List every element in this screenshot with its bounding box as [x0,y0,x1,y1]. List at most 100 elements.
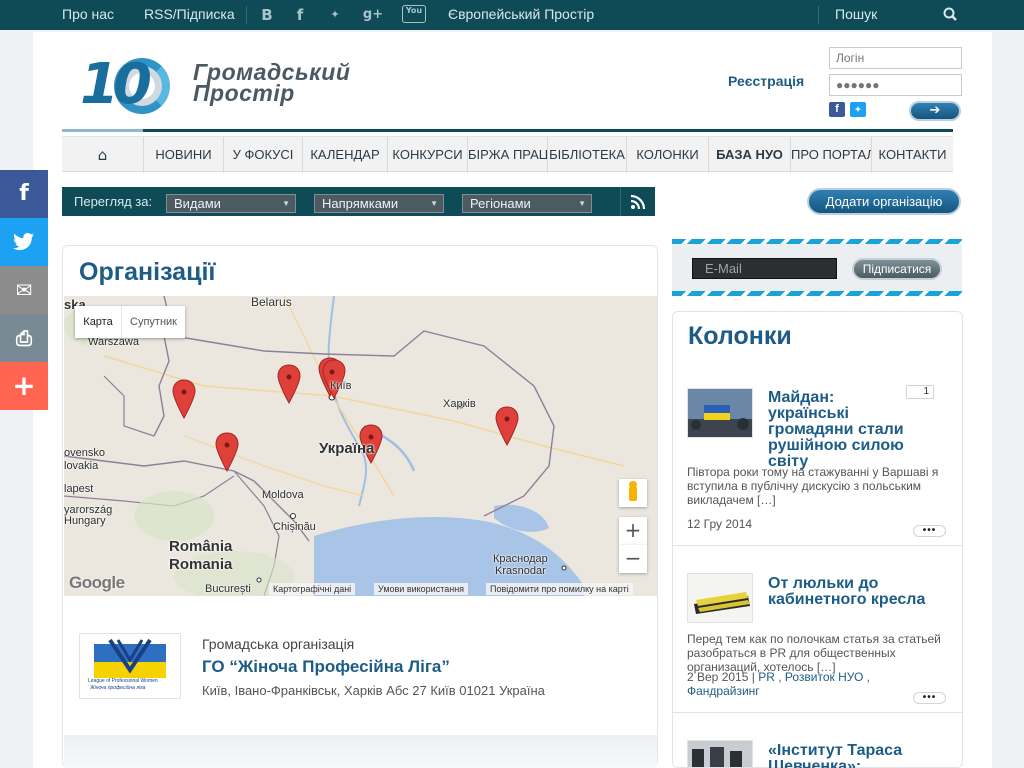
logo-line-2: Простір [193,80,295,106]
home-icon: ⌂ [97,146,108,164]
nav-item-calendar[interactable]: КАЛЕНДАР [303,137,388,173]
post-thumbnail[interactable] [687,740,753,768]
select-regions[interactable]: Регіонами ▼ [462,194,592,213]
organization-name-link[interactable]: ГО “Жіноча Професійна Ліга” [202,657,450,677]
share-twitter-icon[interactable] [0,218,48,266]
rss-icon[interactable] [620,187,655,216]
post-excerpt: Перед тем как по полочкам статья за стат… [687,632,941,674]
columns-title: Колонки [688,322,792,350]
select-types[interactable]: Видами ▼ [166,194,296,213]
map-label: Chișinău [273,521,316,533]
divider [672,545,963,546]
search-link[interactable]: Пошук [835,0,877,30]
comment-count-badge[interactable]: 1 [906,385,934,399]
map-data-link[interactable]: Картографічні дані [269,583,356,595]
post-meta: 2 Вер 2015 | PR , Розвиток НУО , Фандрайз… [687,670,870,698]
nav-item-about-portal[interactable]: ПРО ПОРТАЛ [791,137,872,173]
select-value: Видами [174,196,221,211]
login-input[interactable] [829,47,962,69]
map-label: lapest [64,483,94,495]
register-link[interactable]: Реєстрація [728,73,804,89]
tag-link[interactable]: PR [758,670,775,684]
post-thumbnail[interactable] [687,388,753,438]
divider [672,712,963,713]
meta-separator: | [748,670,759,684]
card-divider [64,735,657,768]
share-print-icon[interactable]: ⎙ [0,314,48,362]
zoom-in-button[interactable]: + [619,517,647,545]
nav-item-library[interactable]: БІБЛІОТЕКА [548,137,627,173]
street-view-icon[interactable] [619,479,647,507]
map-label: Харків [443,398,476,410]
map-label: lovakia [64,460,99,472]
map-type-satellite-tab[interactable]: Супутник [121,306,185,338]
subscribe-email-input[interactable]: E-Mail [692,258,837,279]
site-logo[interactable]: 10 Громадський Простір [80,54,370,120]
subscribe-button[interactable]: Підписатися [852,258,942,280]
org-logo-caption: League of Professional Women [88,678,158,684]
org-logo-caption: Жіноча професійна ліга [90,685,146,691]
organization-logo[interactable]: League of Professional Women Жіноча проф… [79,633,181,699]
facebook-icon[interactable]: f [292,6,308,24]
share-more-icon[interactable]: + [0,362,48,410]
post-date: 12 Гру 2014 [687,517,753,531]
map-report-error-link[interactable]: Повідомити про помилку на карті [486,583,633,595]
arrow-right-icon: ➔ [929,103,941,118]
nav-item-contests[interactable]: КОНКУРСИ [388,137,468,173]
post-thumbnail[interactable] [687,573,753,623]
share-facebook-icon[interactable]: f [0,170,48,218]
map-label: Київ [330,380,352,392]
share-email-icon[interactable]: ✉ [0,266,48,314]
login-submit-button[interactable]: ➔ [909,101,961,121]
nav-item-jobs[interactable]: БІРЖА ПРАЦІ [468,137,548,173]
main-nav: ⌂ НОВИНИ У ФОКУСІ КАЛЕНДАР КОНКУРСИ БІРЖ… [62,136,953,173]
tag-link[interactable]: Розвиток НУО [785,670,863,684]
select-directions[interactable]: Напрямками ▼ [314,194,444,213]
logo-number: 10 [80,52,152,117]
post-excerpt: Півтора роки тому на стажуванні у Варшав… [687,465,939,507]
youtube-icon[interactable]: You [402,5,426,23]
post-title-link[interactable]: От люльки до кабинетного кресла [768,576,948,608]
filter-label: Перегляд за: [74,194,153,209]
map-terms-link[interactable]: Умови використання [374,583,469,595]
map-label: Moldova [262,489,304,501]
map-label: ovensko [64,447,105,459]
logo-text: Громадський Простір [193,61,350,106]
nav-item-focus[interactable]: У ФОКУСІ [224,137,303,173]
nav-item-contacts[interactable]: КОНТАКТИ [872,137,953,173]
zoom-out-button[interactable]: − [619,545,647,573]
map-type-map-tab[interactable]: Карта [75,306,121,338]
tag-link[interactable]: Фандрайзинг [687,684,760,698]
nav-highlight [62,129,143,132]
map-label: Romania [169,556,233,573]
european-space-link[interactable]: Європейський Простір [448,0,594,30]
post-title-link[interactable]: Майдан: українські громадяни стали рушій… [768,390,918,470]
more-button[interactable]: ••• [913,692,946,704]
facebook-login-icon[interactable]: f [829,102,845,117]
map-label: Belarus [251,295,292,309]
vk-icon[interactable]: B [258,6,276,24]
nav-item-ngo-base[interactable]: БАЗА НУО [709,137,791,173]
map-label: România [169,538,233,555]
nav-home[interactable]: ⌂ [62,137,144,173]
nav-item-columns[interactable]: КОЛОНКИ [627,137,709,173]
password-input[interactable] [829,74,962,96]
search-icon[interactable] [941,6,959,24]
add-organization-button[interactable]: Додати організацію [807,188,961,215]
about-link[interactable]: Про нас [62,0,114,30]
twitter-login-icon[interactable]: ✦ [850,102,866,117]
map-label: București [205,583,251,595]
map-label: Krasnodar [495,565,546,577]
twitter-icon[interactable]: ✦ [326,6,344,24]
top-bar: Про нас RSS/Підписка B f ✦ g+ You Європе… [0,0,1024,30]
rss-subscribe-link[interactable]: RSS/Підписка [144,0,235,30]
chevron-down-icon: ▼ [578,199,586,208]
more-button[interactable]: ••• [913,525,946,537]
organization-address: Київ, Івано-Франківськ, Харків Абс 27 Ки… [202,683,545,698]
post-title-link[interactable]: «Інститут Тараса Шевченка»: [768,743,948,768]
map-label: Україна [319,440,375,457]
google-logo: Google [69,573,125,592]
pegman-body [629,485,637,501]
nav-item-news[interactable]: НОВИНИ [144,137,224,173]
google-plus-icon[interactable]: g+ [362,6,384,24]
